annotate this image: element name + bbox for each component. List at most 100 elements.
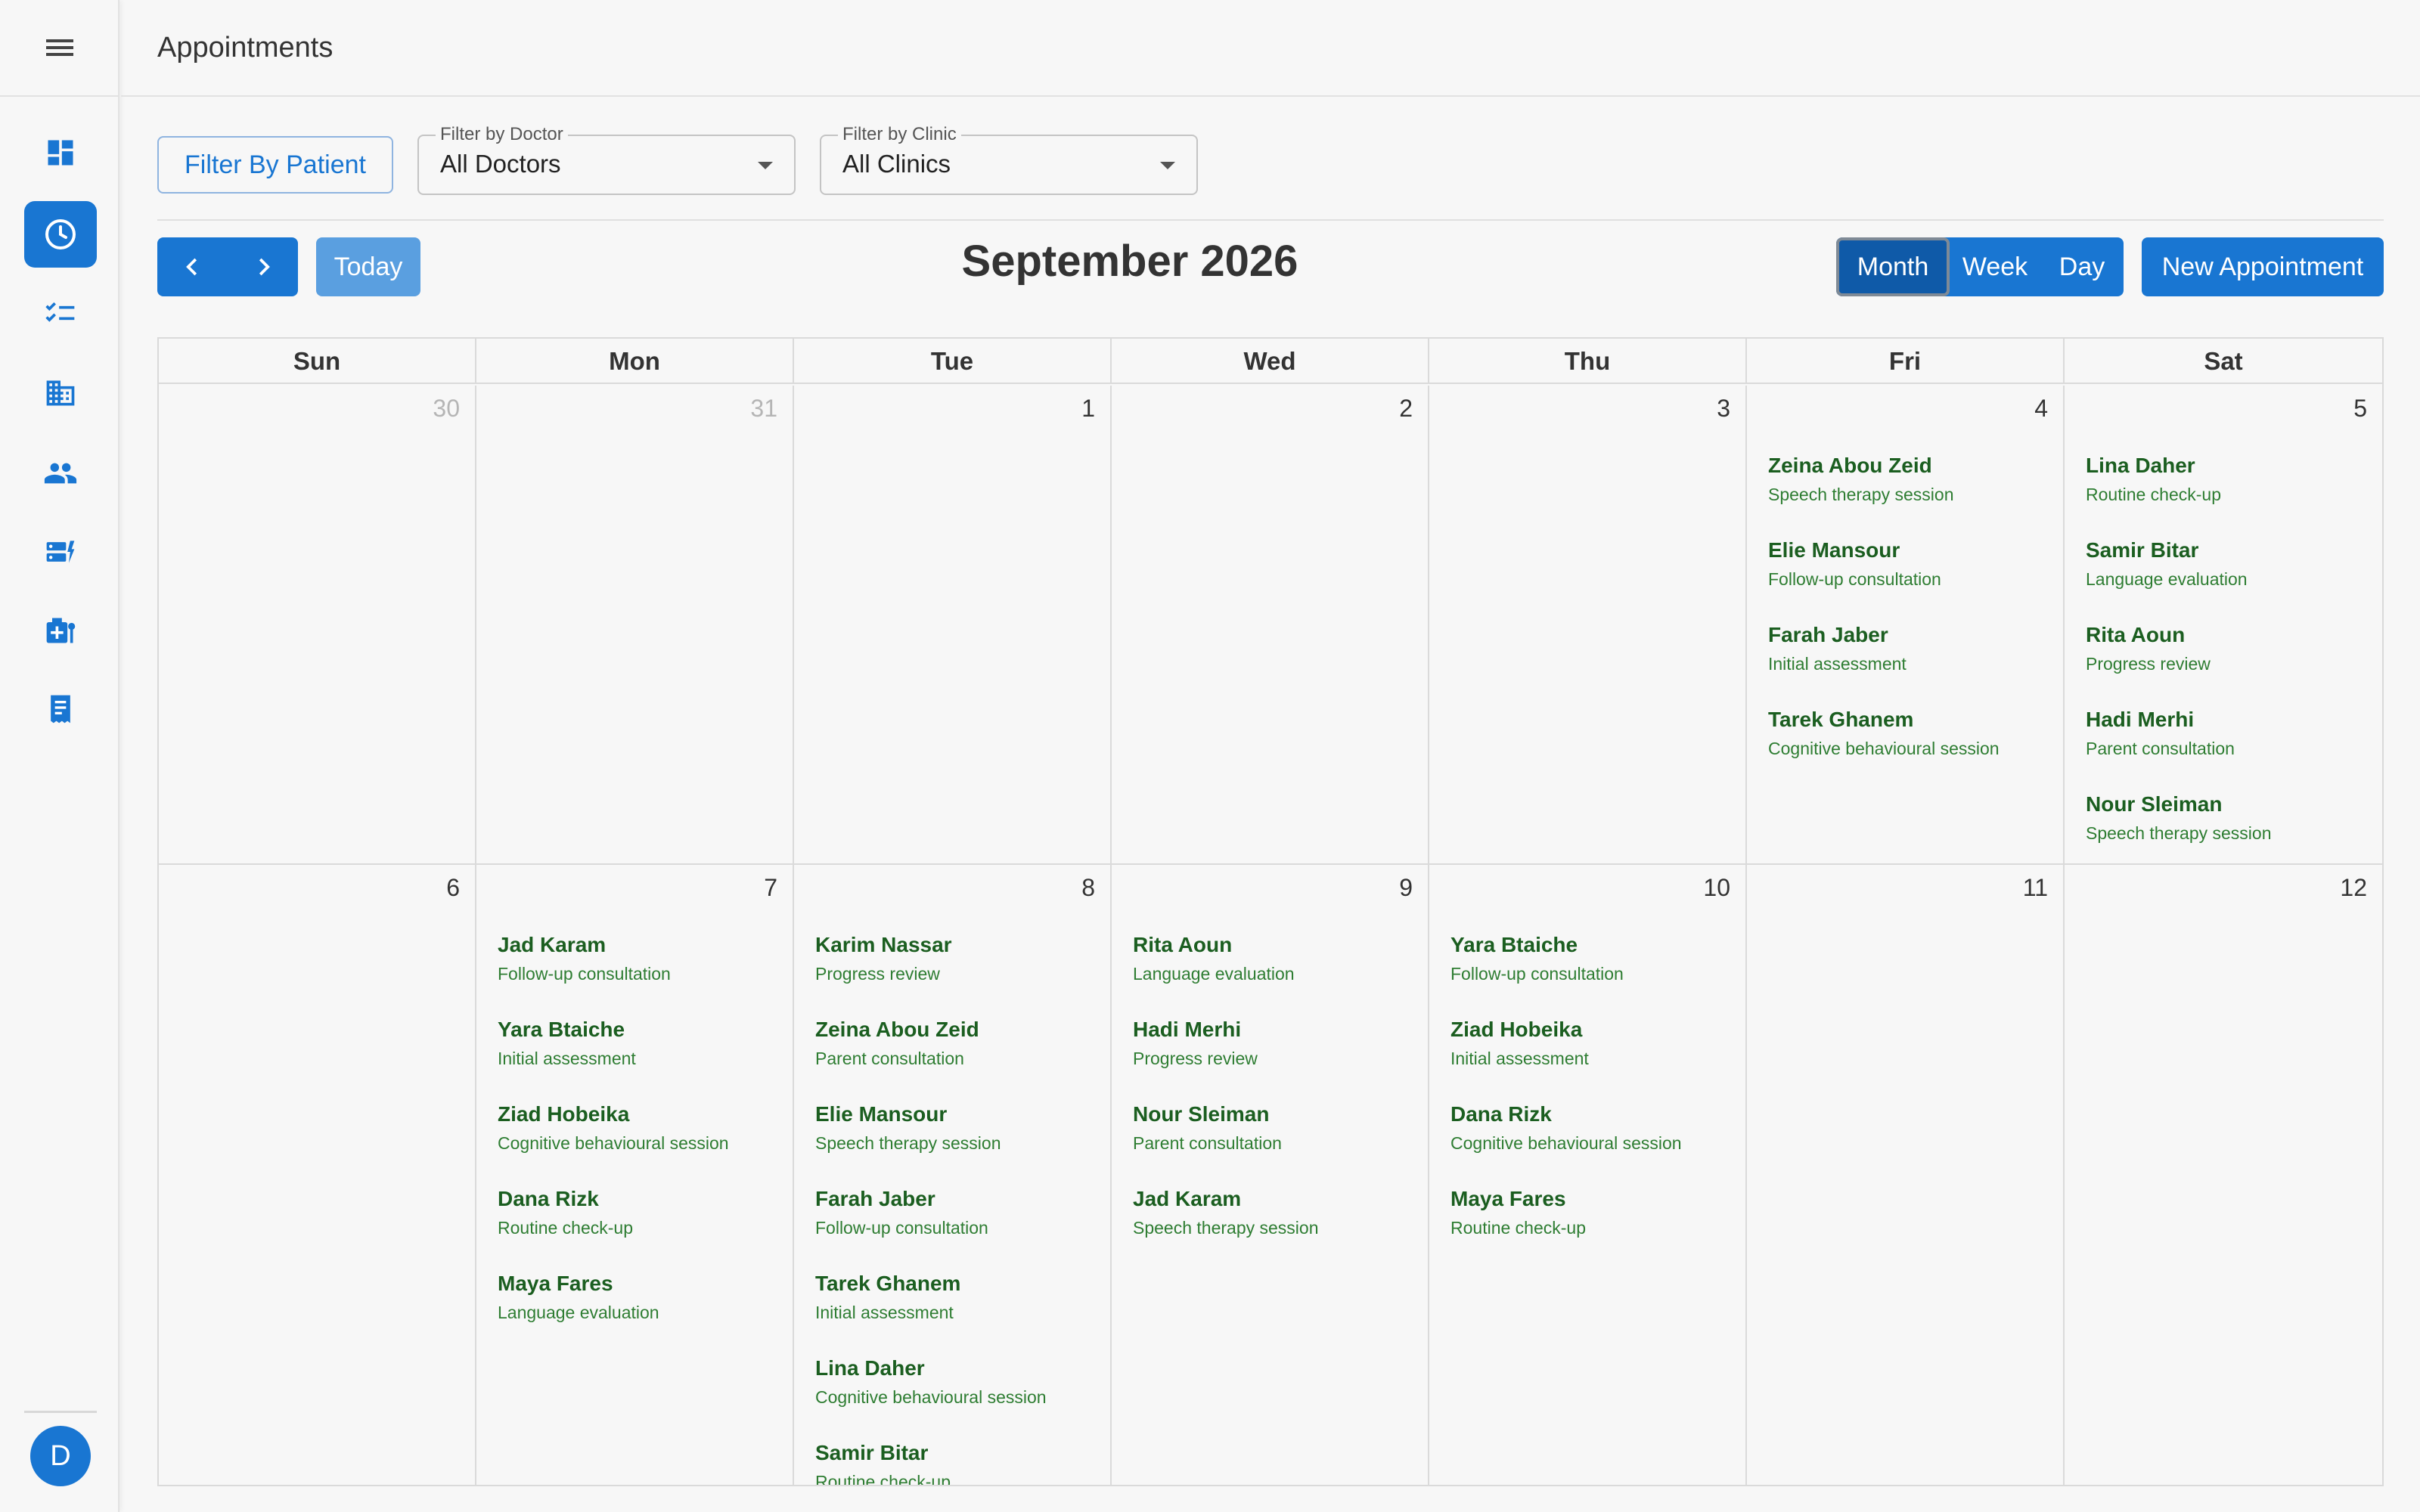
day-cell[interactable]: 3 bbox=[1429, 386, 1747, 863]
day-cell[interactable]: 6 bbox=[159, 865, 476, 1485]
appointment-event[interactable]: Nour Sleiman Speech therapy session bbox=[2086, 791, 2375, 863]
appointment-event[interactable]: Zeina Abou Zeid Speech therapy session bbox=[1768, 452, 2055, 537]
event-patient-name: Samir Bitar bbox=[815, 1441, 929, 1464]
appointment-event[interactable]: Yara Btaiche Initial assessment bbox=[498, 1016, 785, 1101]
appointment-event[interactable]: Hadi Merhi Progress review bbox=[1133, 1016, 1420, 1101]
appointment-event[interactable]: Jad Karam Speech therapy session bbox=[1133, 1185, 1420, 1270]
day-cell[interactable]: 12 bbox=[2065, 865, 2382, 1485]
appointment-event[interactable]: Maya Fares Routine check-up bbox=[1450, 1185, 1738, 1270]
appointment-event[interactable]: Lina Daher Cognitive behavioural session bbox=[815, 1355, 1103, 1439]
event-type: Parent consultation bbox=[1133, 1133, 1282, 1153]
appointment-event[interactable]: Hadi Merhi Parent consultation bbox=[2086, 706, 2375, 791]
sidebar-item-patients[interactable] bbox=[24, 440, 97, 507]
view-month-button[interactable]: Month bbox=[1836, 237, 1950, 296]
appointment-event[interactable]: Rita Aoun Language evaluation bbox=[1133, 931, 1420, 1016]
event-type: Language evaluation bbox=[498, 1303, 659, 1322]
appointment-event[interactable]: Jad Karam Follow-up consultation bbox=[498, 931, 785, 1016]
appointment-event[interactable]: Elie Mansour Follow-up consultation bbox=[1768, 537, 2055, 621]
receipt-icon bbox=[51, 695, 70, 723]
day-cell[interactable]: 4 Zeina Abou Zeid Speech therapy session El… bbox=[1747, 386, 2065, 863]
event-type: Cognitive behavioural session bbox=[1450, 1133, 1682, 1153]
appointment-event[interactable]: Farah Jaber Initial assessment bbox=[1768, 621, 2055, 706]
appointment-event[interactable]: Farah Jaber Follow-up consultation bbox=[815, 1185, 1103, 1270]
event-list: Karim Nassar Progress review Zeina Abou Ze… bbox=[815, 931, 1103, 1485]
dashboard-icon bbox=[48, 140, 73, 166]
appointment-event[interactable]: Elie Mansour Speech therapy session bbox=[815, 1101, 1103, 1185]
view-day-button[interactable]: Day bbox=[2040, 237, 2124, 296]
today-button[interactable]: Today bbox=[316, 237, 420, 296]
medical-kit-icon bbox=[46, 618, 76, 643]
chevron-down-icon bbox=[1160, 162, 1175, 169]
event-type: Routine check-up bbox=[1450, 1218, 1586, 1238]
sidebar-item-services[interactable] bbox=[24, 597, 97, 664]
day-cell[interactable]: 1 bbox=[794, 386, 1112, 863]
appointment-event[interactable]: Ziad Hobeika Initial assessment bbox=[1450, 1016, 1738, 1101]
appointment-event[interactable]: Dana Rizk Routine check-up bbox=[498, 1185, 785, 1270]
sidebar-item-billing[interactable] bbox=[24, 676, 97, 742]
weekday-header: Sun Mon Tue Wed Thu Fri Sat bbox=[159, 339, 2382, 384]
appointment-event[interactable]: Zeina Abou Zeid Parent consultation bbox=[815, 1016, 1103, 1101]
top-bar: Appointments bbox=[121, 0, 2420, 97]
appointment-event[interactable]: Nour Sleiman Parent consultation bbox=[1133, 1101, 1420, 1185]
event-list: Jad Karam Follow-up consultation Yara Btai… bbox=[498, 931, 785, 1355]
clinic-filter-label: Filter by Clinic bbox=[838, 124, 961, 145]
appointment-event[interactable]: Ziad Hobeika Cognitive behavioural sessio… bbox=[498, 1101, 785, 1185]
event-patient-name: Ziad Hobeika bbox=[498, 1102, 630, 1126]
event-list: Yara Btaiche Follow-up consultation Ziad H… bbox=[1450, 931, 1738, 1270]
weekday-label: Sat bbox=[2204, 347, 2243, 375]
event-type: Follow-up consultation bbox=[815, 1218, 988, 1238]
sidebar-item-appointments[interactable] bbox=[24, 201, 97, 268]
chevron-left-icon bbox=[185, 258, 197, 276]
day-cell[interactable]: 31 bbox=[476, 386, 794, 863]
appointment-event[interactable]: Tarek Ghanem Cognitive behavioural sessio… bbox=[1768, 706, 2055, 791]
appointment-event[interactable]: Dana Rizk Cognitive behavioural session bbox=[1450, 1101, 1738, 1185]
avatar[interactable]: D bbox=[30, 1426, 91, 1486]
event-type: Cognitive behavioural session bbox=[815, 1387, 1047, 1407]
event-patient-name: Tarek Ghanem bbox=[815, 1272, 961, 1295]
day-cell[interactable]: 7 Jad Karam Follow-up consultation Yara Bta… bbox=[476, 865, 794, 1485]
event-patient-name: Samir Bitar bbox=[2086, 538, 2199, 562]
day-cell[interactable]: 8 Karim Nassar Progress review Zeina Abou Z… bbox=[794, 865, 1112, 1485]
weekday-label: Tue bbox=[794, 339, 1112, 384]
view-week-button[interactable]: Week bbox=[1950, 237, 2040, 296]
appointment-event[interactable]: Yara Btaiche Follow-up consultation bbox=[1450, 931, 1738, 1016]
day-cell[interactable]: 10 Yara Btaiche Follow-up consultation Ziad… bbox=[1429, 865, 1747, 1485]
new-appointment-button[interactable]: New Appointment bbox=[2142, 237, 2384, 296]
clinic-filter-select[interactable]: Filter by Clinic All Clinics bbox=[820, 124, 1198, 195]
clinic-filter-value: All Clinics bbox=[842, 150, 951, 178]
day-cell[interactable]: 2 bbox=[1112, 386, 1429, 863]
filter-by-patient-button[interactable]: Filter By Patient bbox=[157, 136, 393, 194]
sidebar-item-clinics[interactable] bbox=[24, 360, 97, 426]
day-number: 10 bbox=[1703, 874, 1730, 901]
event-patient-name: Nour Sleiman bbox=[1133, 1102, 1270, 1126]
event-patient-name: Maya Fares bbox=[498, 1272, 613, 1295]
day-cell[interactable]: 5 Lina Daher Routine check-up Samir Bitar La… bbox=[2065, 386, 2382, 863]
sidebar-item-tasks[interactable] bbox=[24, 280, 97, 346]
day-number: 9 bbox=[1399, 874, 1413, 901]
day-number: 2 bbox=[1399, 395, 1413, 422]
appointment-event[interactable]: Samir Bitar Routine check-up bbox=[815, 1439, 1103, 1485]
menu-button[interactable] bbox=[0, 0, 119, 97]
day-cell[interactable]: 9 Rita Aoun Language evaluation Hadi Merhi P… bbox=[1112, 865, 1429, 1485]
day-number: 1 bbox=[1081, 395, 1095, 422]
day-cell[interactable]: 30 bbox=[159, 386, 476, 863]
day-cell[interactable]: 11 bbox=[1747, 865, 2065, 1485]
appointment-event[interactable]: Maya Fares Language evaluation bbox=[498, 1270, 785, 1355]
doctor-filter-select[interactable]: Filter by Doctor All Doctors bbox=[417, 124, 796, 195]
appointment-event[interactable]: Lina Daher Routine check-up bbox=[2086, 452, 2375, 537]
previous-button[interactable] bbox=[157, 237, 228, 296]
sidebar-item-dashboard[interactable] bbox=[24, 119, 97, 186]
appointment-event[interactable]: Samir Bitar Language evaluation bbox=[2086, 537, 2375, 621]
event-type: Cognitive behavioural session bbox=[498, 1133, 729, 1153]
doctor-filter-value: All Doctors bbox=[440, 150, 561, 178]
view-switcher: Month Week Day bbox=[1836, 237, 2124, 296]
next-button[interactable] bbox=[228, 237, 298, 296]
appointment-event[interactable]: Karim Nassar Progress review bbox=[815, 931, 1103, 1016]
event-type: Speech therapy session bbox=[2086, 823, 2272, 843]
event-type: Initial assessment bbox=[815, 1303, 954, 1322]
calendar-title: September 2026 bbox=[961, 237, 1298, 286]
event-type: Follow-up consultation bbox=[1450, 964, 1624, 984]
appointment-event[interactable]: Tarek Ghanem Initial assessment bbox=[815, 1270, 1103, 1355]
appointment-event[interactable]: Rita Aoun Progress review bbox=[2086, 621, 2375, 706]
sidebar-item-staff[interactable] bbox=[24, 519, 97, 585]
